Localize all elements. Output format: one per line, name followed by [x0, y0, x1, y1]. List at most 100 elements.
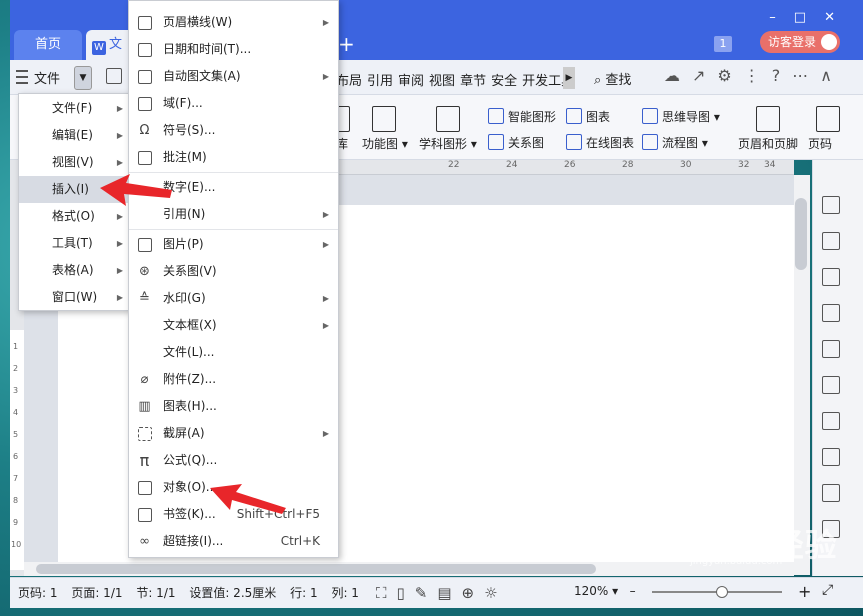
- cursor-icon[interactable]: [822, 232, 840, 250]
- tab-view[interactable]: 视图: [429, 74, 455, 89]
- cloud-icon[interactable]: ☁: [664, 66, 692, 85]
- new-tab-button[interactable]: +: [338, 32, 355, 56]
- focus-mode-icon[interactable]: ⛶: [376, 584, 397, 602]
- submenu-relation[interactable]: ⊛ 关系图(V): [129, 258, 338, 285]
- header-line-icon: [138, 16, 152, 30]
- more-dots-icon[interactable]: ⋯: [792, 66, 820, 85]
- page-number-icon[interactable]: [816, 106, 840, 132]
- horizontal-scroll-thumb[interactable]: [36, 564, 596, 574]
- tab-home[interactable]: 首页: [14, 30, 82, 60]
- ruler-tick: 8: [13, 496, 19, 505]
- menu-item-file[interactable]: 文件(F) ▶: [19, 95, 129, 122]
- submenu-hyperlink[interactable]: ∞ 超链接(I)... Ctrl+K: [129, 528, 338, 555]
- submenu-label: 附件(Z)...: [163, 372, 217, 386]
- tab-security[interactable]: 安全: [491, 74, 517, 89]
- more-tabs-icon[interactable]: ▶: [563, 67, 575, 89]
- table-icon[interactable]: [822, 340, 840, 358]
- object-icon: [138, 481, 152, 495]
- submenu-chart[interactable]: ▥ 图表(H)...: [129, 393, 338, 420]
- submenu-symbol[interactable]: Ω 符号(S)...: [129, 117, 338, 144]
- zoom-level[interactable]: 120% ▾ –: [574, 584, 636, 598]
- guest-login-button[interactable]: 访客登录: [760, 31, 840, 53]
- window-count-badge[interactable]: 1: [714, 36, 732, 52]
- submenu-file[interactable]: 文件(L)...: [129, 339, 338, 366]
- submenu-date-time[interactable]: 日期和时间(T)...: [129, 36, 338, 63]
- submenu-header-line[interactable]: 页眉横线(W) ▶: [129, 9, 338, 36]
- help-icon[interactable]: ?: [772, 66, 793, 85]
- chart-icon: [566, 108, 582, 124]
- zoom-in-icon[interactable]: +: [798, 582, 811, 601]
- ruler-tick: 1: [13, 342, 19, 351]
- submenu-screenshot[interactable]: 截屏(A) ▶: [129, 420, 338, 447]
- vertical-scroll-thumb[interactable]: [795, 198, 807, 270]
- maximize-icon[interactable]: □: [794, 10, 824, 25]
- submenu-attachment[interactable]: ⌀ 附件(Z)...: [129, 366, 338, 393]
- submenu-autotext[interactable]: 自动图文集(A) ▶: [129, 63, 338, 90]
- guest-login-label: 访客登录: [768, 35, 817, 49]
- more-icon[interactable]: ⋮: [744, 66, 772, 85]
- search-button[interactable]: ⌕ 查找: [594, 69, 631, 88]
- mind-map-button[interactable]: 思维导图 ▾: [642, 108, 720, 125]
- relation-chart-button[interactable]: 关系图: [488, 134, 544, 151]
- shapes-icon[interactable]: [822, 268, 840, 286]
- subject-graphics-icon[interactable]: [436, 106, 460, 132]
- header-footer-label[interactable]: 页眉和页脚: [738, 135, 798, 152]
- adjust-icon[interactable]: [822, 448, 840, 466]
- chevron-right-icon: ▶: [116, 104, 123, 113]
- submenu-picture[interactable]: 图片(P) ▶: [129, 231, 338, 258]
- subject-graphics-label[interactable]: 学科图形 ▾: [419, 135, 477, 152]
- tab-layout[interactable]: 布局: [336, 74, 362, 89]
- comment-icon: [138, 151, 152, 165]
- window-controls[interactable]: –□✕: [769, 10, 853, 25]
- tab-review[interactable]: 审阅: [398, 74, 424, 89]
- tab-references[interactable]: 引用: [367, 74, 393, 89]
- fullscreen-icon[interactable]: ⤢: [822, 582, 833, 598]
- submenu-textbox[interactable]: 文本框(X) ▶: [129, 312, 338, 339]
- zoom-slider-handle[interactable]: [716, 586, 728, 598]
- minimize-icon[interactable]: –: [769, 10, 794, 25]
- eye-protect-icon[interactable]: ☼: [484, 584, 507, 602]
- menu-item-edit[interactable]: 编辑(E) ▶: [19, 122, 129, 149]
- flowchart-button[interactable]: 流程图 ▾: [642, 134, 708, 151]
- header-footer-icon[interactable]: [756, 106, 780, 132]
- web-view-icon[interactable]: ⊕: [462, 584, 485, 602]
- file-menu-label: 文件: [34, 72, 61, 87]
- flowchart-icon: [642, 134, 658, 150]
- pen-icon[interactable]: [822, 196, 840, 214]
- horizontal-ruler[interactable]: 22 24 26 28 30 32 34: [338, 160, 794, 175]
- read-mode-icon[interactable]: ▯: [397, 584, 415, 602]
- function-chart-icon[interactable]: [372, 106, 396, 132]
- online-chart-button[interactable]: 在线图表: [566, 134, 634, 151]
- write-mode-icon[interactable]: ✎: [415, 584, 438, 602]
- submenu-watermark[interactable]: ≙ 水印(G) ▶: [129, 285, 338, 312]
- status-row: 行: 1: [290, 586, 318, 600]
- menu-item-label: 工具(T): [52, 236, 93, 250]
- page-number-label[interactable]: 页码: [808, 135, 832, 152]
- close-icon[interactable]: ✕: [824, 10, 853, 25]
- settings-icon[interactable]: ⚙: [717, 66, 743, 85]
- submenu-formula[interactable]: π 公式(Q)...: [129, 447, 338, 474]
- submenu-field[interactable]: 域(F)...: [129, 90, 338, 117]
- menu-item-tools[interactable]: 工具(T) ▶: [19, 230, 129, 257]
- menu-item-table[interactable]: 表格(A) ▶: [19, 257, 129, 284]
- function-chart-label[interactable]: 功能图 ▾: [362, 135, 408, 152]
- status-page[interactable]: 页面: 1/1: [71, 586, 122, 600]
- file-menu-dropdown-icon[interactable]: ▼: [74, 66, 92, 90]
- tab-chapter[interactable]: 章节: [460, 74, 486, 89]
- collapse-icon[interactable]: ∧: [820, 66, 844, 85]
- menu-item-label: 窗口(W): [52, 290, 98, 304]
- autotext-icon: [138, 70, 152, 84]
- ruler-tick: 6: [13, 452, 19, 461]
- apps-icon[interactable]: [822, 376, 840, 394]
- menu-item-window[interactable]: 窗口(W) ▶: [19, 284, 129, 311]
- page-view-icon[interactable]: ▤: [437, 584, 461, 602]
- file-menu-button[interactable]: 文件: [16, 68, 60, 87]
- chart-side-icon[interactable]: [822, 412, 840, 430]
- share-icon[interactable]: ↗: [692, 66, 717, 85]
- image-icon[interactable]: [822, 484, 840, 502]
- chart-button[interactable]: 图表: [566, 108, 610, 125]
- style-icon[interactable]: [822, 304, 840, 322]
- save-icon[interactable]: [106, 68, 122, 84]
- smart-graphic-button[interactable]: 智能图形: [488, 108, 556, 125]
- submenu-comment[interactable]: 批注(M): [129, 144, 338, 171]
